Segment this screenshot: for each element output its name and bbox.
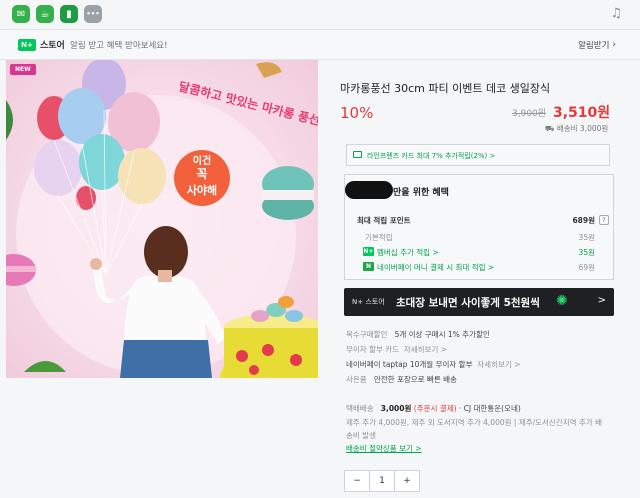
naver-plus-badge: N+ [18,39,36,51]
gift-label: 사은품 [346,375,367,384]
original-price: 3,900원 [512,109,547,119]
gift-info: 사은품 안전한 포장으로 빠른 배송 [346,374,457,385]
benefit-row-membership-value: 35원 [578,248,595,257]
product-image[interactable]: 이건 꼭 사야해 달콤하고 맛있는 마카롱 풍선 NEW [6,60,318,378]
product-card: 이건 꼭 사야해 달콤하고 맛있는 마카롱 풍선 NEW 마카롱풍선 30cm … [0,60,640,498]
app-toolbar: ✉ ☕ ▮ ••• ♫ [0,0,640,30]
installment-label: 무이자 할부 카드 [346,345,400,354]
discount-rate: 10% [340,104,374,122]
multi-buy-discount: 복수구매할인 5개 이상 구매시 1% 추가할인 [346,329,490,340]
product-illustration: 이건 꼭 사야해 달콤하고 맛있는 마카롱 풍선 [6,60,318,378]
multi-buy-label: 복수구매할인 [346,330,388,339]
card-icon [353,151,362,158]
quantity-value[interactable]: 1 [369,471,394,491]
extra-fee-line-2: 송비 발생 [346,431,376,440]
notice-bar: N+ 스토어 알림 받고 혜택 받아보세요! 알림받기 › [0,30,640,60]
installment-card: 무이자 할부 카드 자세히보기 > [346,344,447,355]
benefit-row-base-label: 기본적립 [365,233,393,242]
delivery-label: 택배배송 [346,404,374,413]
store-label: 스토어 [40,41,65,51]
notice-text: 알림 받고 혜택 받아보세요! [70,41,168,51]
chat-app-icon[interactable]: ✉ [12,5,30,23]
points-value: 689원 [572,216,595,225]
delivery-link-row: 배송비 절약상품 보기 > [346,443,422,454]
help-icon[interactable]: ? [599,215,609,225]
benefit-row-pay-value: 69원 [578,263,595,272]
naverpay-badge: N [363,262,374,271]
bell-icon[interactable]: ♫ [610,6,622,21]
sale-price: 3,510원 [553,105,611,121]
banner-logo: N+ 스토어 [352,298,385,306]
delivery-carrier: · CJ 대한통운(오네) [458,404,521,413]
sticker-line-1: 이건 [193,154,211,167]
alarm-button[interactable]: 알림받기 › [572,36,622,54]
multi-buy-value: 5개 이상 구매시 1% 추가할인 [394,330,490,339]
new-badge: NEW [10,64,36,75]
shipping-fee-text: 배송비 3,000원 [556,124,609,133]
product-title: 마카롱풍선 30cm 파티 이벤트 데코 생일장식 [340,82,551,95]
invite-banner[interactable]: N+ 스토어 초대장 보내면 사이좋게 5천원씩 ✺ > [344,288,614,316]
extra-fee-line-1: 제주 추가 4,000원, 제주 외 도서지역 추가 4,000원 | 제주/도… [346,418,603,427]
quantity-stepper: − 1 + [344,470,420,492]
benefit-row-pay-label[interactable]: 네이버페이 머니 결제 시 최대 적립 > [377,262,494,273]
truck-icon: ⛟ [545,124,557,133]
sticker-line-2: 꼭 [196,167,207,181]
chevron-right-icon: › [612,40,616,50]
delivery-info: 택배배송 3,000원 (주문시 결제) · CJ 대한통운(오네) [346,403,521,414]
benefit-row-membership-label[interactable]: 멤버십 추가 적립 > [377,247,439,258]
cafe-app-icon[interactable]: ☕ [36,5,54,23]
installment-link[interactable]: 자세히보기 > [404,345,447,354]
gift-value: 안전한 포장으로 빠른 배송 [373,375,457,384]
delivery-condition: (주문시 결제) [413,404,457,413]
alarm-button-label: 알림받기 [578,41,610,51]
benefit-title: 만을 위한 혜택 [393,188,449,198]
quantity-minus-button[interactable]: − [345,471,369,491]
banner-text: 초대장 보내면 사이좋게 5천원씩 [396,297,540,309]
quantity-plus-button[interactable]: + [394,471,419,491]
benefit-row-base-value: 35원 [578,233,595,242]
delivery-fee: 3,000원 [380,404,412,413]
sparkle-icon: ✺ [556,293,568,309]
chevron-right-icon: > [597,295,606,306]
points-label: 최대 적립 포인트 [357,216,411,225]
shipping-fee: ⛟ 배송비 3,000원 [545,123,608,134]
delivery-saving-link[interactable]: 배송비 절약상품 보기 > [346,444,422,453]
sticker-line-3: 사야해 [187,183,217,197]
card-promo[interactable]: 라인프렌즈 카드 최대 7% 추가적립(2%) > [346,144,610,166]
naver-plus-small-badge: N+ [363,247,374,256]
benefit-panel: 만을 위한 혜택 최대 적립 포인트 689원 ? 기본적립 35원 N+ 멤버… [344,174,614,280]
bookmark-app-icon[interactable]: ▮ [60,5,78,23]
more-apps-icon[interactable]: ••• [84,5,102,23]
taptap-installment: 네이버페이 taptap 10개월 무이자 할부 자세히보기 > [346,359,520,370]
redacted-name [345,181,393,199]
card-promo-text: 라인프렌즈 카드 최대 7% 추가적립(2%) > [367,152,496,160]
taptap-text: 네이버페이 taptap 10개월 무이자 할부 [346,360,473,369]
taptap-link[interactable]: 자세히보기 > [477,360,520,369]
macaron-teal [262,166,314,220]
